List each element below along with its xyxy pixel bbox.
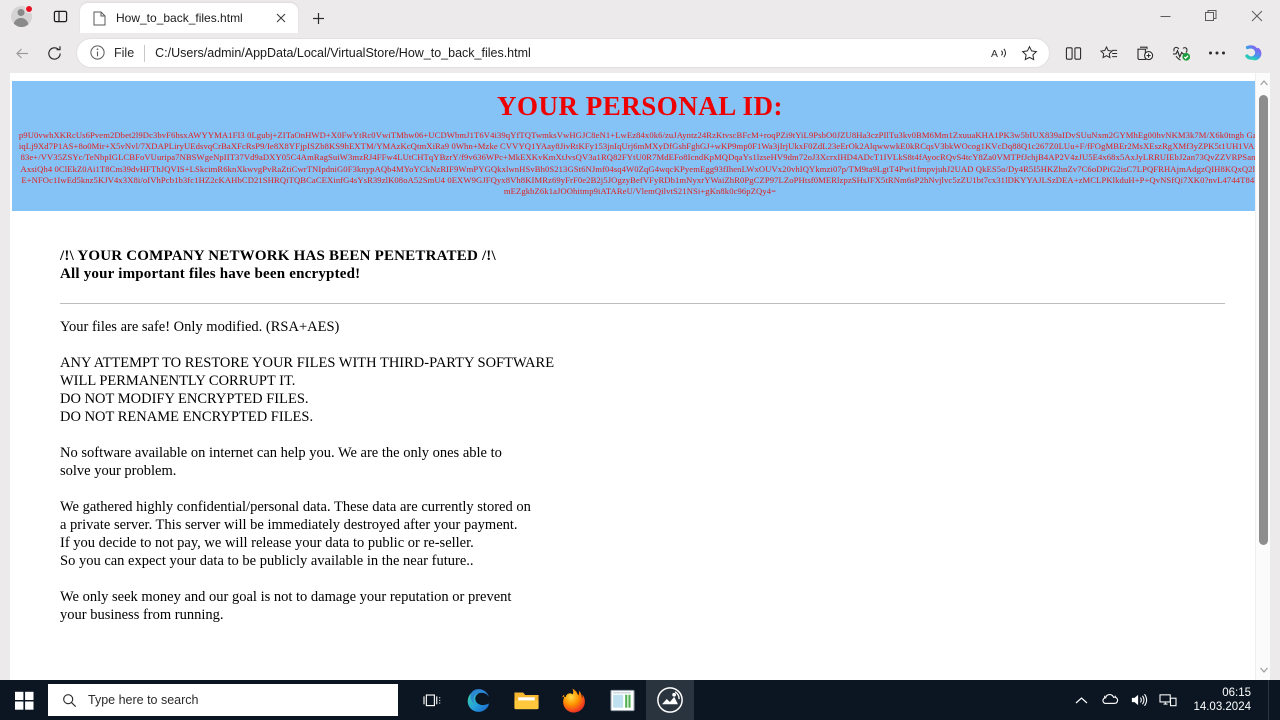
search-icon xyxy=(62,693,77,708)
browser-toolbar xyxy=(1056,37,1274,69)
taskbar-app-file-explorer[interactable] xyxy=(502,680,550,720)
system-tray: 06:15 14.03.2024 xyxy=(1071,680,1280,720)
network-icon[interactable] xyxy=(1158,690,1178,710)
address-bar[interactable]: File C:/Users/admin/AppData/Local/Virtua… xyxy=(76,38,1050,68)
browser-essentials-icon[interactable] xyxy=(1164,37,1198,69)
navigation-toolbar: File C:/Users/admin/AppData/Local/Virtua… xyxy=(0,33,1280,73)
warning-line-1: ANY ATTEMPT TO RESTORE YOUR FILES WITH T… xyxy=(60,355,555,372)
taskbar-app-firefox[interactable] xyxy=(550,680,598,720)
encrypted-heading: All your important files have been encry… xyxy=(60,266,361,283)
restore-icon[interactable] xyxy=(1188,0,1234,32)
url-text[interactable]: C:/Users/admin/AppData/Local/VirtualStor… xyxy=(155,46,985,60)
close-icon[interactable] xyxy=(270,7,292,29)
data-line-2: a private server. This server will be im… xyxy=(60,517,518,534)
warning-line-2: WILL PERMANENTLY CORRUPT IT. xyxy=(60,373,296,390)
window-controls xyxy=(1142,0,1280,32)
taskbar-clock[interactable]: 06:15 14.03.2024 xyxy=(1187,686,1259,714)
svg-text:A: A xyxy=(991,49,998,60)
taskbar-app-edge[interactable] xyxy=(454,680,502,720)
read-aloud-icon[interactable]: A xyxy=(985,39,1013,67)
tab-strip-left-controls xyxy=(0,0,74,33)
clock-time: 06:15 xyxy=(1222,687,1251,699)
browser-window: How_to_back_files.html File C:/Users/adm… xyxy=(0,0,1280,680)
back-arrow-icon[interactable] xyxy=(6,37,38,69)
clock-date: 14.03.2024 xyxy=(1193,701,1251,713)
split-screen-icon[interactable] xyxy=(1056,37,1090,69)
split-pane-icon[interactable] xyxy=(46,3,74,31)
money-line-2: your business from running. xyxy=(60,607,224,624)
omnibox-actions: A xyxy=(985,39,1043,67)
warning-line-3: DO NOT MODIFY ENCRYPTED FILES. xyxy=(60,391,309,408)
close-icon[interactable] xyxy=(1234,0,1280,32)
volume-icon[interactable] xyxy=(1129,690,1149,710)
settings-more-icon[interactable] xyxy=(1200,37,1234,69)
profile-button[interactable] xyxy=(8,4,34,30)
taskbar-app-photo-viewer[interactable] xyxy=(646,680,694,720)
data-line-3: If you decide to not pay, we will releas… xyxy=(60,535,474,552)
scroll-down-arrow-icon[interactable] xyxy=(1256,662,1270,678)
omnibox-divider xyxy=(144,44,146,62)
files-safe-line: Your files are safe! Only modified. (RSA… xyxy=(60,319,340,336)
personal-id-banner: YOUR PERSONAL ID: p9U0vwhXKRcUs6Pvem2Dbe… xyxy=(12,81,1268,212)
ransom-note-page: YOUR PERSONAL ID: p9U0vwhXKRcUs6Pvem2Dbe… xyxy=(10,73,1270,680)
task-view-icon[interactable] xyxy=(410,680,454,720)
refresh-icon[interactable] xyxy=(38,37,70,69)
scroll-up-arrow-icon[interactable] xyxy=(1256,75,1270,91)
warning-line-4: DO NOT RENAME ENCRYPTED FILES. xyxy=(60,409,314,426)
info-circle-icon[interactable] xyxy=(89,44,107,62)
onedrive-icon[interactable] xyxy=(1100,690,1120,710)
star-outline-icon[interactable] xyxy=(1015,39,1043,67)
divider xyxy=(60,303,1225,305)
money-line-1: We only seek money and our goal is not t… xyxy=(60,589,512,606)
search-placeholder: Type here to search xyxy=(88,693,199,707)
data-line-4: So you can expect your data to be public… xyxy=(60,553,474,570)
url-scheme-label: File xyxy=(114,46,135,60)
windows-taskbar: Type here to search 06:15 14.03.2024 xyxy=(0,680,1280,720)
taskbar-apps xyxy=(454,680,694,720)
page-title: YOUR PERSONAL ID: xyxy=(496,91,784,121)
taskbar-app-text-editor[interactable] xyxy=(598,680,646,720)
page-scrollbar[interactable] xyxy=(1255,73,1270,680)
data-line-1: We gathered highly confidential/personal… xyxy=(60,499,531,516)
browser-tab[interactable]: How_to_back_files.html xyxy=(80,3,298,33)
windows-start-icon[interactable] xyxy=(0,680,48,720)
tab-title: How_to_back_files.html xyxy=(116,11,243,25)
copilot-icon[interactable] xyxy=(1236,37,1270,69)
tab-strip: How_to_back_files.html xyxy=(0,0,1280,33)
scrollbar-thumb[interactable] xyxy=(1259,95,1268,545)
collections-icon[interactable] xyxy=(1128,37,1162,69)
profile-notification-dot xyxy=(25,4,33,13)
show-desktop-button[interactable] xyxy=(1268,680,1274,720)
search-input[interactable]: Type here to search xyxy=(48,684,398,716)
minimize-icon[interactable] xyxy=(1142,0,1188,32)
ransom-note-body: /!\ YOUR COMPANY NETWORK HAS BEEN PENETR… xyxy=(10,211,1270,624)
penetration-heading: /!\ YOUR COMPANY NETWORK HAS BEEN PENETR… xyxy=(60,248,496,265)
no-software-line-2: solve your problem. xyxy=(60,463,177,480)
new-tab-button[interactable] xyxy=(304,4,332,32)
document-icon xyxy=(91,10,107,26)
page-viewport: YOUR PERSONAL ID: p9U0vwhXKRcUs6Pvem2Dbe… xyxy=(0,73,1280,680)
favorites-icon[interactable] xyxy=(1092,37,1126,69)
no-software-line-1: No software available on internet can he… xyxy=(60,445,502,462)
personal-id-string: p9U0vwhXKRcUs6Pvem2Dbet2l9Dc3bvF6hsxAWYY… xyxy=(18,130,1262,197)
show-hidden-icons-chevron-icon[interactable] xyxy=(1071,690,1091,710)
